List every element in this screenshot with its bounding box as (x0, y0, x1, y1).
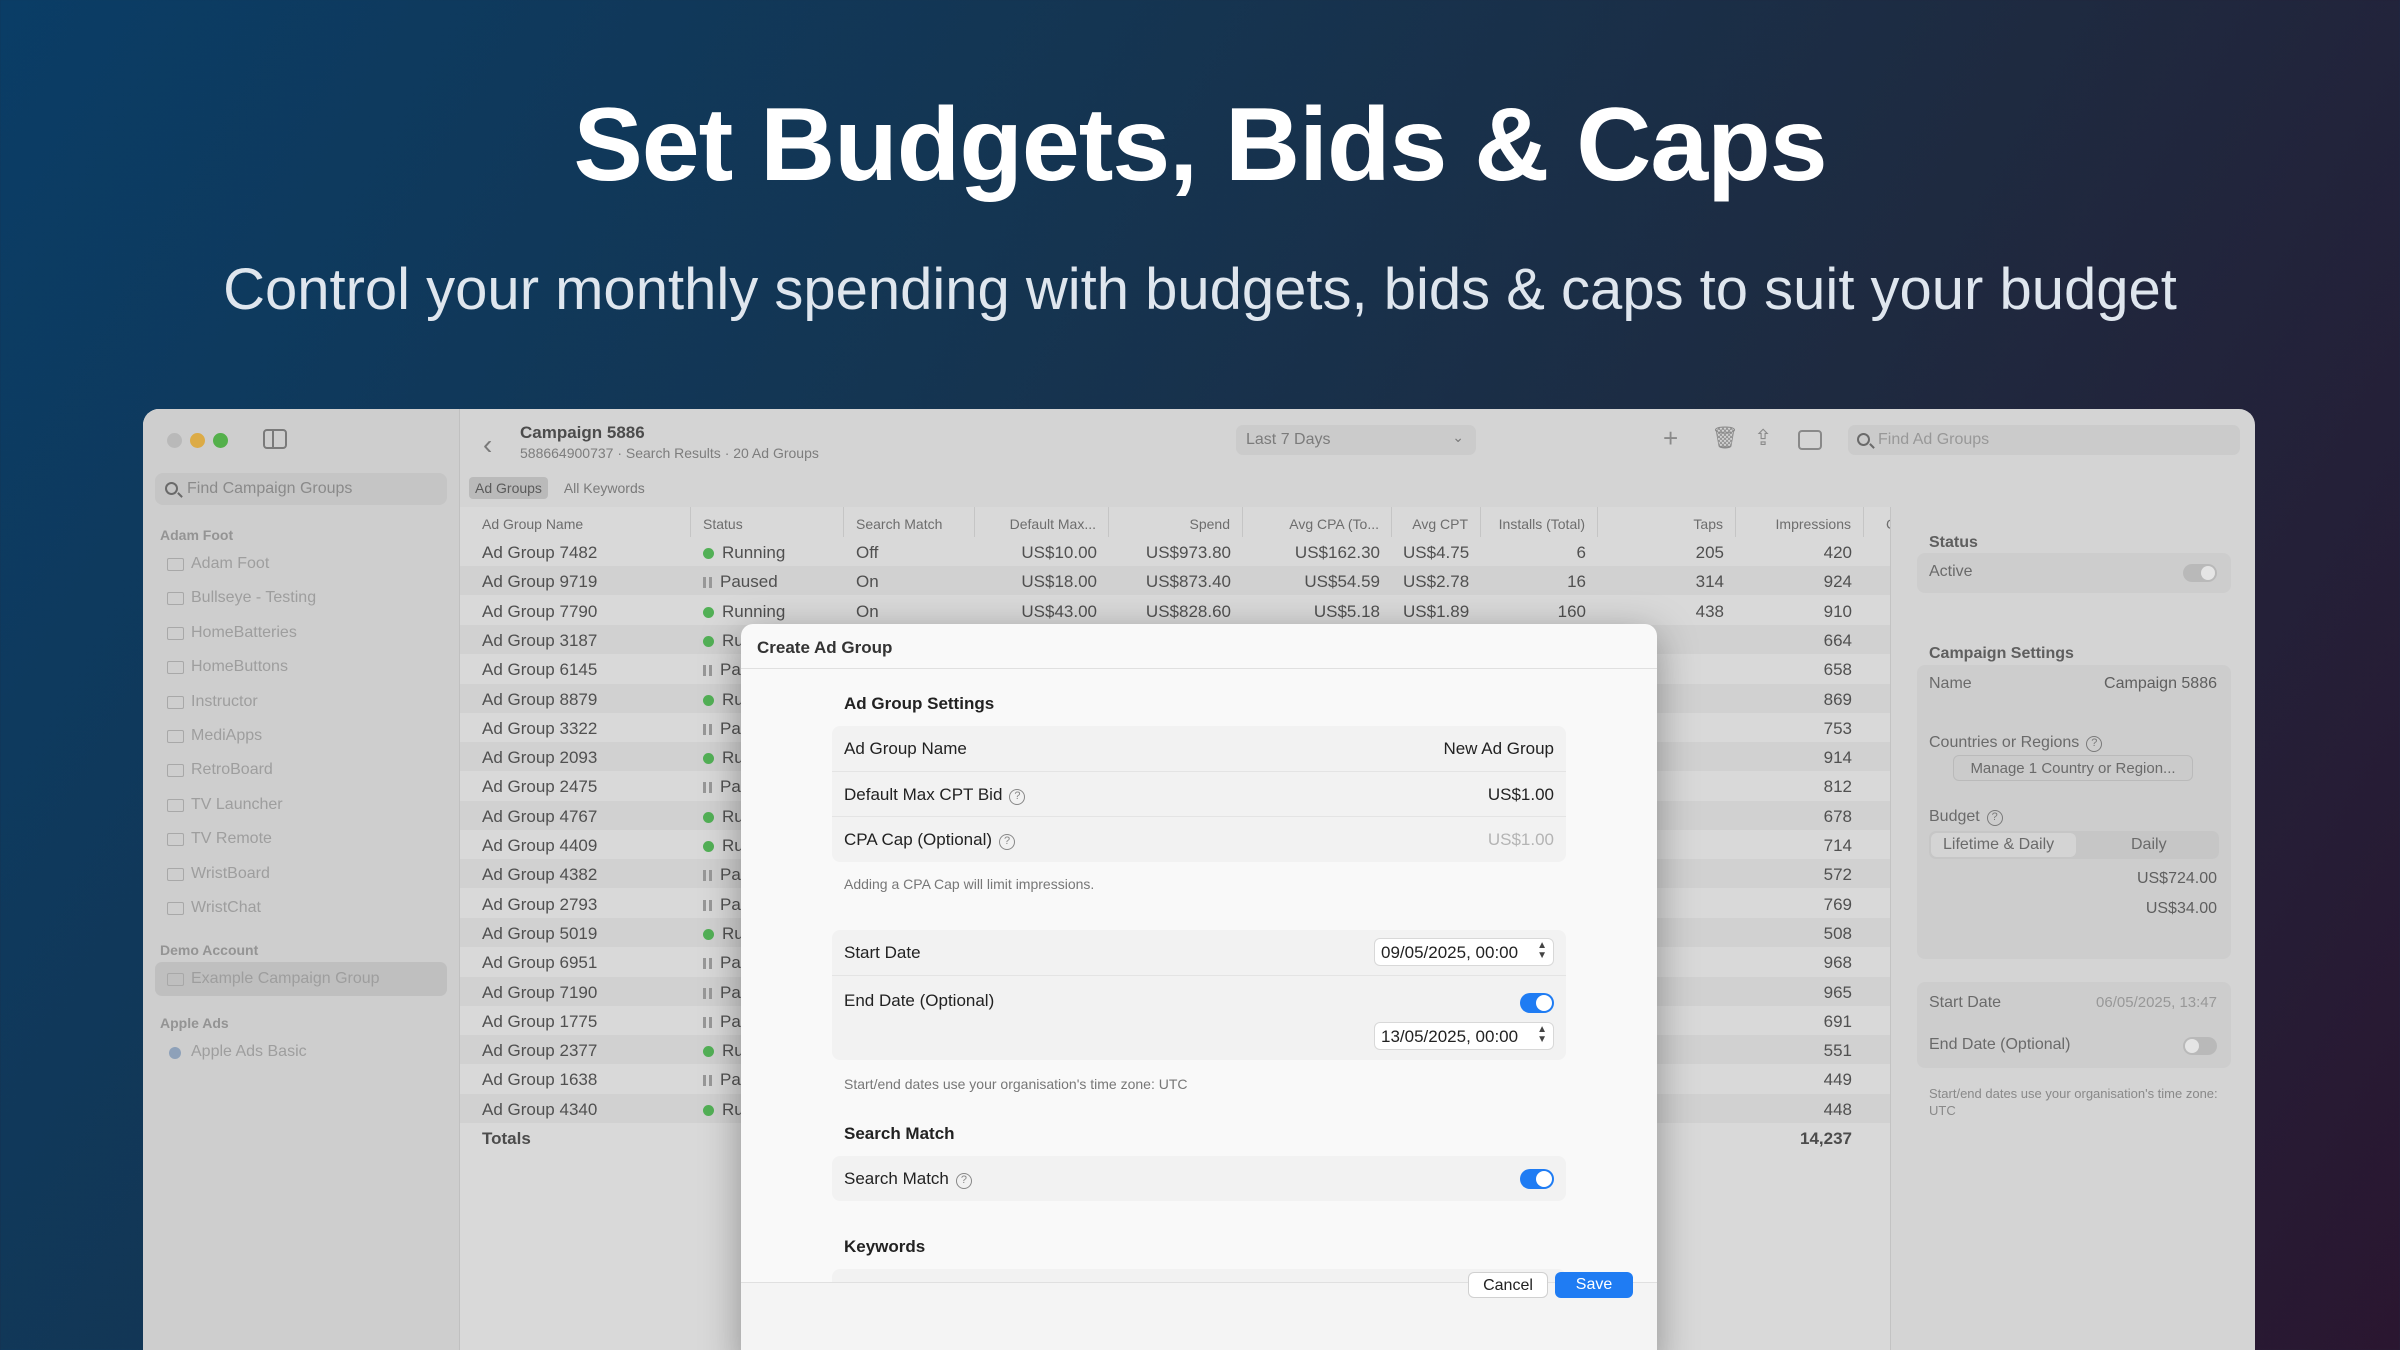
end-date-picker[interactable]: 13/05/2025, 00:00 ▲ ▼ (1374, 1022, 1554, 1050)
dialog-title: Create Ad Group (757, 638, 893, 657)
end-date-label: End Date (Optional) (844, 991, 995, 1010)
cpa-cap-field[interactable]: US$1.00 (1488, 830, 1554, 850)
stepper-arrows-icon[interactable]: ▲ ▼ (1537, 1025, 1547, 1045)
end-date-toggle[interactable] (1520, 993, 1554, 1013)
start-date-picker[interactable]: 09/05/2025, 00:00 ▲ ▼ (1374, 938, 1554, 966)
search-match-group: Search Match? (832, 1156, 1566, 1201)
ad-group-name-field[interactable]: New Ad Group (1443, 739, 1554, 759)
ad-group-name-label: Ad Group Name (844, 739, 967, 758)
search-match-header: Search Match (844, 1124, 955, 1143)
stepper-arrows-icon[interactable]: ▲ ▼ (1537, 941, 1547, 961)
headline: Set Budgets, Bids & Caps (573, 87, 1827, 203)
save-button[interactable]: Save (1555, 1272, 1633, 1298)
help-icon[interactable]: ? (955, 1173, 972, 1189)
timezone-hint: Start/end dates use your organisation's … (844, 1076, 1188, 1092)
cpa-cap-label: CPA Cap (Optional)? (844, 830, 1016, 850)
ad-group-settings-header: Ad Group Settings (844, 694, 995, 713)
subheadline: Control your monthly spending with budge… (223, 257, 2177, 322)
create-ad-group-dialog: Create Ad Group Ad Group Settings Ad Gro… (741, 624, 1657, 1350)
cpa-cap-hint: Adding a CPA Cap will limit impressions. (844, 876, 1095, 892)
ad-group-settings-group: Ad Group Name New Ad Group Default Max C… (832, 726, 1566, 862)
keywords-header: Keywords (844, 1237, 926, 1256)
search-match-label: Search Match? (844, 1169, 972, 1189)
start-date-label: Start Date (844, 943, 921, 962)
help-icon[interactable]: ? (999, 834, 1016, 850)
search-match-toggle[interactable] (1520, 1169, 1554, 1189)
default-max-cpt-bid-label: Default Max CPT Bid? (844, 785, 1026, 805)
default-max-cpt-bid-field[interactable]: US$1.00 (1488, 785, 1554, 805)
dates-group: Start Date 09/05/2025, 00:00 ▲ ▼ End Date … (832, 930, 1566, 1060)
help-icon[interactable]: ? (1009, 789, 1026, 805)
cancel-button[interactable]: Cancel (1468, 1272, 1548, 1298)
